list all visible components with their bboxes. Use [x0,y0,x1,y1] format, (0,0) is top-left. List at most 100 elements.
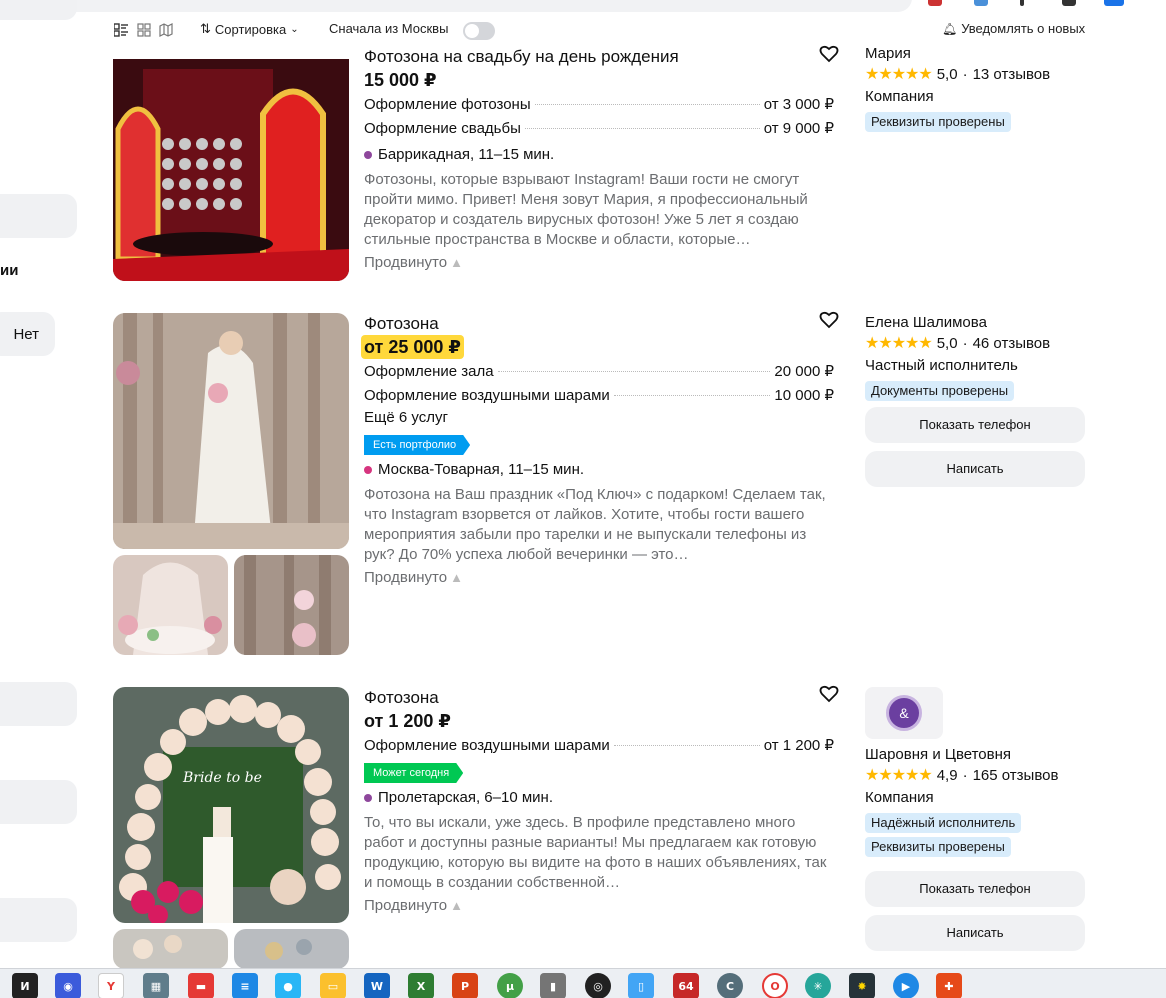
star-icon[interactable]: ✸ [849,973,875,998]
moscow-first-toggle[interactable] [463,22,495,40]
notepad-icon[interactable]: ≡ [232,973,258,998]
listing-thumbnail[interactable] [113,929,228,969]
utorrent-icon[interactable]: µ [497,973,523,998]
metro-text: Пролетарская, 6–10 мин. [378,789,553,806]
excel-icon[interactable]: X [408,973,434,998]
rating-value: 5,0 [936,66,958,83]
show-phone-button[interactable]: Показать телефон [865,407,1085,443]
listing-info: Фотозона на свадьбу на день рождения 15 … [364,46,834,271]
write-message-button[interactable]: Написать [865,915,1085,951]
seller-card: Мария ★★★★★ 5,0 · 13 отзывов Компания Ре… [865,44,1085,132]
promoted-text: Продвинуто [364,254,448,271]
network-icon[interactable]: ✳ [805,973,831,998]
map-view-icon[interactable] [159,23,173,37]
powerpoint-icon[interactable]: P [452,973,478,998]
listing-photo[interactable] [113,59,349,281]
usb-icon[interactable]: ▮ [540,973,566,998]
write-message-button[interactable]: Написать [865,451,1085,487]
extension-icon[interactable] [1062,0,1076,6]
extension-icon[interactable] [1020,0,1024,6]
page: ⇅ Сортировка ⌄ Сначала из Москвы 🔔︎ Увед… [0,0,1166,998]
media-player-icon[interactable]: ▶ [893,973,919,998]
sort-dropdown[interactable]: ⇅ Сортировка ⌄ [200,21,299,37]
arrow-up-icon: ▲ [450,570,463,585]
more-services-link[interactable]: Ещё 6 услуг [364,407,834,429]
listing-title[interactable]: Фотозона [364,313,834,335]
seller-rating[interactable]: ★★★★★ 5,0 · 46 отзывов [865,333,1085,355]
grid-view-icon[interactable] [137,23,151,37]
seller-rating[interactable]: ★★★★★ 4,9 · 165 отзывов [865,765,1085,787]
opera-icon[interactable]: O [762,973,788,998]
extension-icon[interactable] [974,0,988,6]
show-phone-button[interactable]: Показать телефон [865,871,1085,907]
reviews-count: 46 отзывов [972,335,1051,352]
sidebar-filter-field[interactable] [0,0,77,20]
seller-type: Частный исполнитель [865,357,1018,374]
seller-name[interactable]: Шаровня и Цветовня [865,745,1085,765]
chromium-icon[interactable]: ◉ [55,973,81,998]
presentation-icon[interactable]: ▬ [188,973,214,998]
service-price: 10 000 ₽ [774,387,834,404]
reliable-badge: Надёжный исполнитель [865,813,1022,833]
favorite-heart-icon[interactable] [819,44,839,64]
ccleaner-icon[interactable]: C [717,973,743,998]
aida64-icon[interactable]: 64 [673,973,699,998]
maps-icon[interactable]: ● [275,973,301,998]
seller-type: Компания [865,789,934,806]
seller-rating[interactable]: ★★★★★ 5,0 · 13 отзывов [865,64,1085,86]
sidebar-no-button[interactable]: Нет [0,312,55,356]
extension-icon[interactable] [928,0,942,6]
metro-station: Пролетарская, 6–10 мин. [364,787,834,809]
listing-photo[interactable]: Bride to be [113,687,349,923]
listing-description: Фотозоны, которые взрывают Instagram! Ва… [364,171,808,248]
folder-icon[interactable]: ▭ [320,973,346,998]
windows-taskbar: И ◉ Y ▦ ▬ ≡ ● ▭ W X P µ ▮ ◎ ▯ 64 C O ✳ ✸… [0,968,1166,998]
service-name: Оформление фотозоны [364,96,531,113]
extension-icon[interactable] [1104,0,1124,6]
arrow-up-icon: ▲ [450,898,463,913]
puzzle-icon[interactable]: ✚ [936,973,962,998]
obsidian-icon[interactable]: И [12,973,38,998]
listing-title[interactable]: Фотозона на свадьбу на день рождения [364,46,834,68]
calculator-icon[interactable]: ▦ [143,973,169,998]
rating-value: 5,0 [936,335,958,352]
seller-name[interactable]: Мария [865,44,1085,64]
balloon-thumbnail-image [234,929,349,969]
seller-logo[interactable]: & [865,687,943,739]
listing-thumbnail[interactable] [113,555,228,655]
bell-icon: 🔔︎ [942,21,958,36]
dotted-leader [613,745,760,746]
seller-name[interactable]: Елена Шалимова [865,313,1085,333]
list-view-icon[interactable] [114,23,128,37]
listing-thumbnail[interactable] [234,929,349,969]
favorite-heart-icon[interactable] [819,684,839,704]
listing-thumbnail[interactable] [234,555,349,655]
phone-link-icon[interactable]: ▯ [628,973,654,998]
results-toolbar: ⇅ Сортировка ⌄ Сначала из Москвы 🔔︎ Увед… [0,16,1166,44]
listing-price: 15 000 ₽ [364,70,437,90]
seller-type: Компания [865,88,934,105]
rating-separator: · [962,66,968,83]
reviews-count: 13 отзывов [972,66,1051,83]
obs-icon[interactable]: ◎ [585,973,611,998]
reviews-count: 165 отзывов [972,767,1059,784]
favorite-heart-icon[interactable] [819,310,839,330]
notify-new-button[interactable]: 🔔︎ Уведомлять о новых [942,21,1085,36]
sidebar-filter-field[interactable] [0,780,77,824]
service-price: от 1 200 ₽ [763,737,834,754]
listing-photo[interactable] [113,313,349,549]
sidebar-filter-field[interactable] [0,194,77,238]
listing-title[interactable]: Фотозона [364,687,834,709]
yandex-browser-icon[interactable]: Y [98,973,124,998]
notify-label: Уведомлять о новых [961,21,1086,36]
service-row: Оформление свадьбы от 9 000 ₽ [364,118,834,140]
promoted-label: Продвинуто ▲ [364,897,834,914]
rating-separator: · [962,335,968,352]
word-icon[interactable]: W [364,973,390,998]
sidebar-filter-field[interactable] [0,898,77,942]
listing-info: Фотозона от 25 000 ₽ Оформление зала 20 … [361,313,834,586]
sidebar-filter-field[interactable] [0,682,77,726]
service-price: от 3 000 ₽ [763,96,834,113]
address-bar[interactable] [0,0,912,12]
balloon-arch-photo-image: Bride to be [113,687,349,923]
